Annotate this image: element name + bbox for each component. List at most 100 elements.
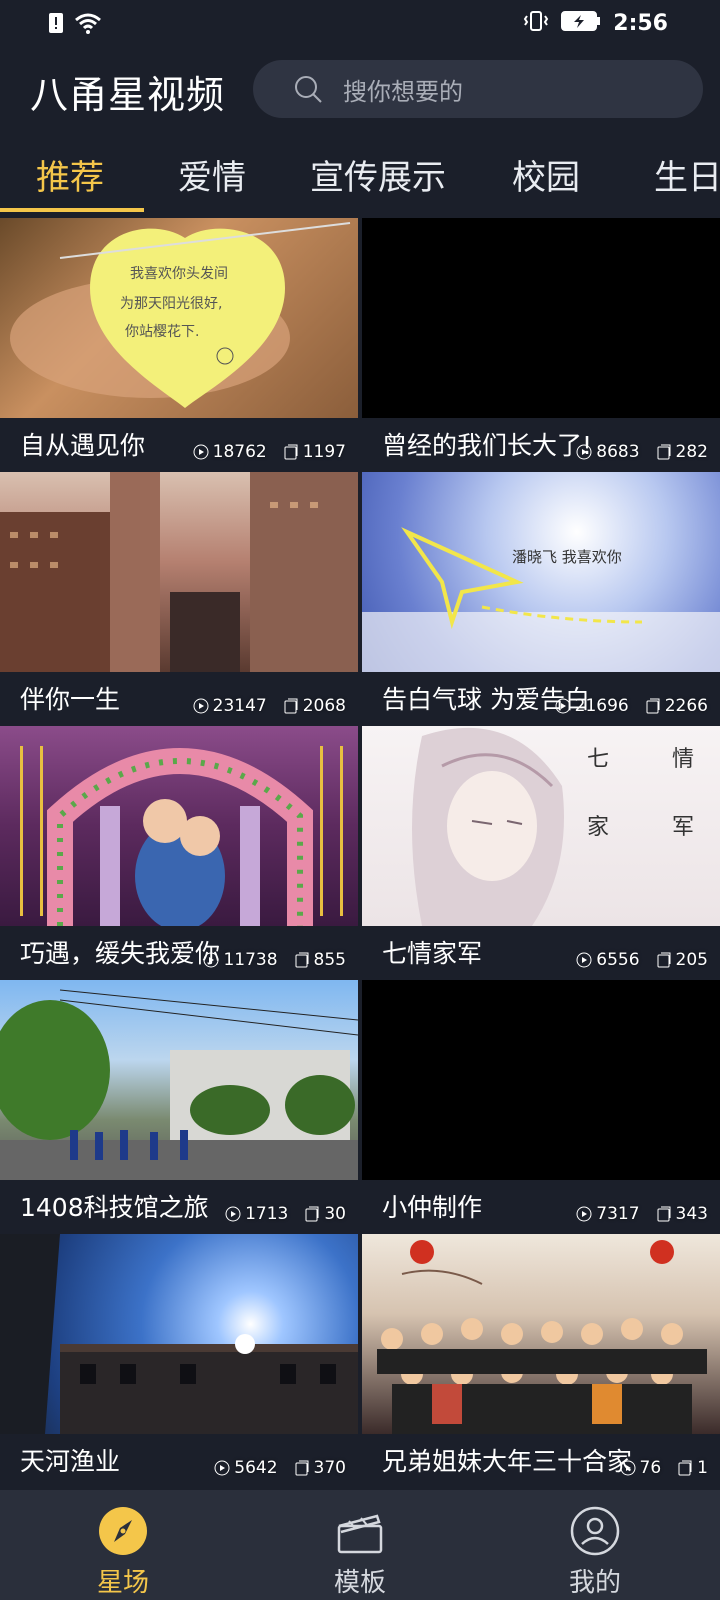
svg-text:潘晓飞 我喜欢你: 潘晓飞 我喜欢你	[512, 548, 622, 566]
video-thumbnail: 潘晓飞 我喜欢你	[362, 472, 720, 672]
usage-count-icon	[646, 698, 660, 714]
video-thumbnail	[0, 472, 358, 672]
usage-count: 2068	[302, 696, 346, 716]
video-card[interactable]: 8683 282 曾经的我们长大了!	[362, 218, 720, 468]
video-thumbnail: 我喜欢你头发间 为那天阳光很好, 你站樱花下.	[0, 218, 358, 418]
usage-count: 855	[313, 950, 346, 970]
play-count-icon	[193, 444, 209, 460]
video-thumbnail	[362, 1234, 720, 1434]
play-count: 76	[639, 1458, 662, 1478]
video-card[interactable]: 7317 343 小仲制作	[362, 980, 720, 1230]
usage-count: 2266	[664, 696, 708, 716]
usage-count: 205	[675, 950, 708, 970]
video-stats: 5642 370	[214, 1458, 346, 1478]
video-stats: 1713 30	[225, 1204, 346, 1224]
compass-icon	[99, 1507, 147, 1555]
svg-text:为那天阳光很好,: 为那天阳光很好,	[120, 296, 222, 312]
battery-charging-icon	[561, 10, 601, 36]
video-card[interactable]: 76 1 兄弟姐妹大年三十合家	[362, 1234, 720, 1484]
tab-recommended[interactable]: 推荐	[36, 150, 104, 199]
usage-count-icon	[305, 1206, 319, 1222]
video-thumbnail	[362, 980, 720, 1180]
play-count-icon	[576, 1206, 592, 1222]
usage-count-icon	[284, 698, 298, 714]
search-bar[interactable]: 搜你想要的	[253, 60, 703, 118]
video-thumbnail	[0, 1234, 358, 1434]
usage-count-icon	[657, 444, 671, 460]
clock: 2:56	[613, 10, 668, 36]
nav-label: 我的	[568, 1568, 621, 1598]
usage-count: 1	[697, 1458, 708, 1478]
usage-count: 1197	[302, 442, 346, 462]
video-title: 伴你一生	[20, 685, 121, 714]
tab-indicator	[0, 208, 144, 212]
video-title: 兄弟姐妹大年三十合家	[382, 1447, 633, 1476]
play-count: 1713	[245, 1204, 289, 1224]
video-grid: 我喜欢你头发间 为那天阳光很好, 你站樱花下. 18762 1197 自从遇见你…	[0, 218, 720, 1488]
video-thumbnail	[362, 218, 720, 418]
video-card[interactable]: 5642 370 天河渔业	[0, 1234, 358, 1484]
usage-count: 30	[324, 1204, 346, 1224]
app-header: 八甬星视频 搜你想要的	[0, 58, 720, 120]
video-stats: 6556 205	[576, 950, 708, 970]
play-count-icon	[214, 1460, 230, 1476]
video-stats: 18762 1197	[193, 442, 346, 462]
video-thumbnail: 七 情 家 军	[362, 726, 720, 926]
video-title: 1408科技馆之旅	[20, 1193, 209, 1222]
nav-star-square[interactable]: 星场	[3, 1490, 243, 1600]
tab-birthday[interactable]: 生日	[654, 150, 720, 199]
video-card[interactable]: 23147 2068 伴你一生	[0, 472, 358, 722]
usage-count-icon	[284, 444, 298, 460]
tab-promotion[interactable]: 宣传展示	[310, 150, 446, 199]
play-count: 7317	[596, 1204, 640, 1224]
usage-count: 343	[675, 1204, 708, 1224]
play-count: 5642	[234, 1458, 278, 1478]
play-count-icon	[576, 952, 592, 968]
usage-count: 370	[313, 1458, 346, 1478]
video-card[interactable]: 1713 30 1408科技馆之旅	[0, 980, 358, 1230]
video-card[interactable]: 潘晓飞 我喜欢你 21696 2266 告白气球 为爱告白	[362, 472, 720, 722]
video-title: 七情家军	[382, 939, 483, 968]
play-count-icon	[193, 698, 209, 714]
nav-templates[interactable]: 模板	[240, 1490, 480, 1600]
search-placeholder: 搜你想要的	[343, 77, 463, 106]
tab-campus[interactable]: 校园	[512, 150, 580, 199]
play-count: 23147	[212, 696, 267, 716]
nav-label: 星场	[96, 1568, 149, 1598]
vibrate-icon	[523, 10, 549, 36]
usage-count-icon	[657, 1206, 671, 1222]
video-card[interactable]: 11738 855 巧遇，缓失我爱你	[0, 726, 358, 976]
svg-text:你站樱花下.: 你站樱花下.	[125, 323, 199, 340]
video-title: 巧遇，缓失我爱你	[20, 939, 221, 968]
usage-count-icon	[295, 1460, 309, 1476]
svg-text:七: 七	[587, 747, 609, 772]
video-stats: 23147 2068	[193, 696, 346, 716]
svg-text:我喜欢你头发间: 我喜欢你头发间	[130, 266, 228, 282]
nav-profile[interactable]: 我的	[475, 1490, 715, 1600]
usage-count-icon	[678, 1460, 692, 1476]
svg-text:军: 军	[672, 815, 694, 840]
nav-label: 模板	[333, 1568, 386, 1598]
sim-alert-icon	[48, 12, 64, 38]
status-bar: 2:56	[0, 0, 720, 48]
video-title: 曾经的我们长大了!	[382, 431, 593, 460]
video-stats: 11738 855	[203, 950, 346, 970]
play-count-icon	[225, 1206, 241, 1222]
bottom-navigation: 星场 模板 我的	[0, 1490, 720, 1600]
wifi-icon	[74, 12, 102, 38]
video-title: 天河渔业	[20, 1447, 121, 1476]
video-thumbnail	[0, 726, 358, 926]
clapperboard-icon	[337, 1514, 383, 1554]
video-stats: 76 1	[620, 1458, 708, 1478]
video-card[interactable]: 我喜欢你头发间 为那天阳光很好, 你站樱花下. 18762 1197 自从遇见你	[0, 218, 358, 468]
usage-count-icon	[295, 952, 309, 968]
play-count: 18762	[212, 442, 267, 462]
usage-count: 282	[675, 442, 708, 462]
tab-love[interactable]: 爱情	[178, 150, 246, 199]
play-count: 11738	[223, 950, 278, 970]
play-count: 8683	[596, 442, 640, 462]
video-title: 告白气球 为爱告白	[382, 685, 590, 714]
search-icon	[295, 76, 322, 103]
video-stats: 8683 282	[576, 442, 708, 462]
video-card[interactable]: 七 情 家 军 6556 205 七情家军	[362, 726, 720, 976]
